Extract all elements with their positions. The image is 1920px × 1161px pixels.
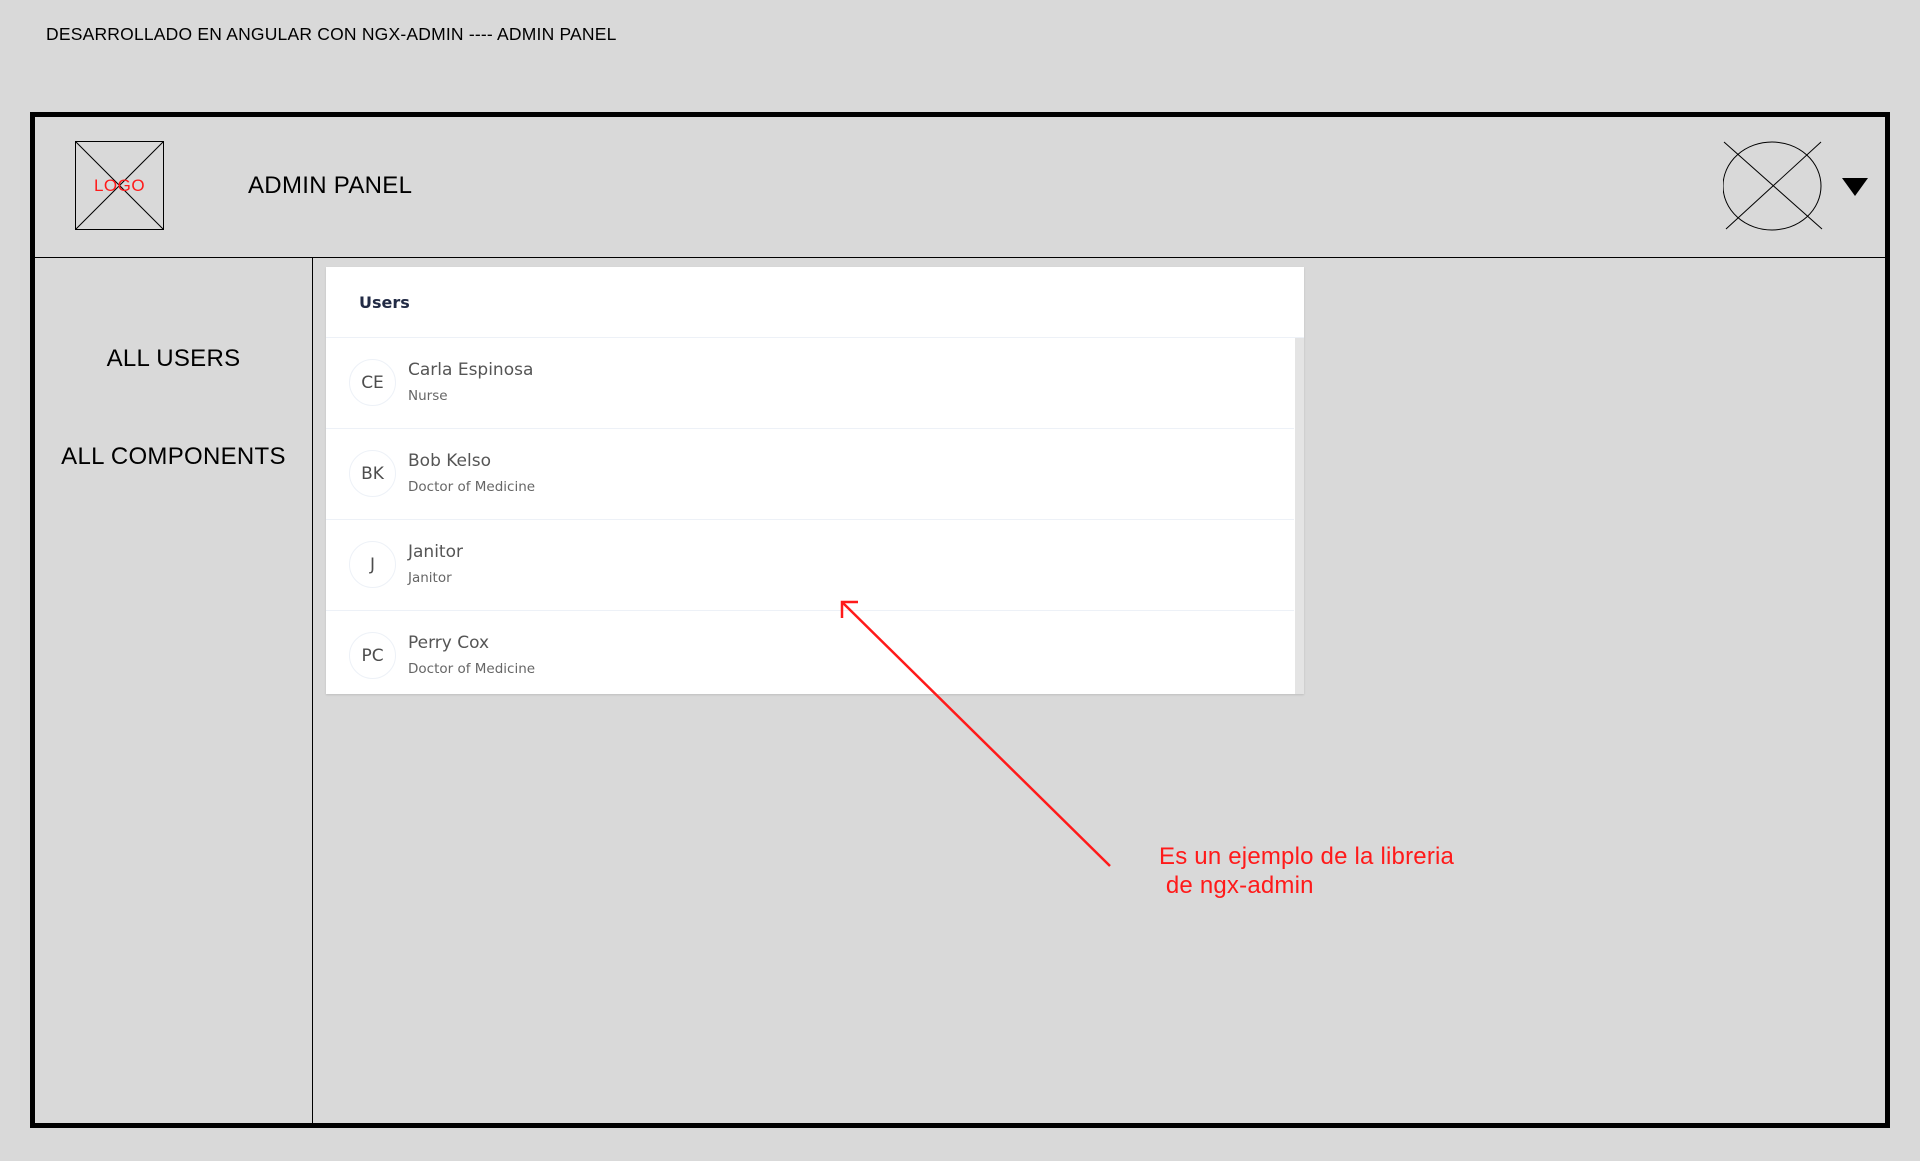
user-name: Carla Espinosa xyxy=(408,360,534,380)
logo-text: LOGO xyxy=(93,176,146,195)
app-frame: LOGO ADMIN PANEL ALL USERS ALL COMPONENT… xyxy=(30,112,1890,1128)
list-item[interactable]: BK Bob Kelso Doctor of Medicine xyxy=(326,429,1294,520)
users-card-title: Users xyxy=(326,267,1304,338)
sidebar-item-all-users[interactable]: ALL USERS xyxy=(35,345,312,373)
user-role: Doctor of Medicine xyxy=(408,661,536,677)
caret-down-icon xyxy=(1842,178,1868,196)
page-caption: DESARROLLADO EN ANGULAR CON NGX-ADMIN --… xyxy=(46,24,617,44)
users-list-scrollbar[interactable] xyxy=(1295,338,1304,694)
app-header: LOGO ADMIN PANEL xyxy=(35,117,1885,258)
annotation-line-2: de ngx-admin xyxy=(1159,872,1314,899)
users-list[interactable]: CE Carla Espinosa Nurse BK Bob Kelso Doc… xyxy=(326,338,1294,694)
annotation-note: Es un ejemplo de la libreria de ngx-admi… xyxy=(1159,842,1454,900)
user-name: Perry Cox xyxy=(408,633,490,653)
user-menu-dropdown[interactable] xyxy=(1835,167,1875,207)
user-initials-avatar: BK xyxy=(349,450,396,497)
sidebar: ALL USERS ALL COMPONENTS xyxy=(35,258,313,1123)
user-name: Janitor xyxy=(408,542,463,562)
main-content: Users CE Carla Espinosa Nurse BK Bob Kel… xyxy=(313,258,1885,1123)
user-initials-avatar: PC xyxy=(349,632,396,679)
list-item[interactable]: PC Perry Cox Doctor of Medicine xyxy=(326,611,1294,694)
annotation-line-1: Es un ejemplo de la libreria xyxy=(1159,843,1455,870)
user-role: Doctor of Medicine xyxy=(408,479,536,495)
user-role: Nurse xyxy=(408,388,448,404)
user-role: Janitor xyxy=(408,570,452,586)
app-title: ADMIN PANEL xyxy=(248,172,413,199)
users-card: Users CE Carla Espinosa Nurse BK Bob Kel… xyxy=(326,267,1304,694)
user-initials-avatar: CE xyxy=(349,359,396,406)
sidebar-item-all-components[interactable]: ALL COMPONENTS xyxy=(35,443,312,471)
placeholder-image-icon xyxy=(1723,141,1823,231)
logo[interactable]: LOGO xyxy=(75,141,164,230)
list-item[interactable]: J Janitor Janitor xyxy=(326,520,1294,611)
list-item[interactable]: CE Carla Espinosa Nurse xyxy=(326,338,1294,429)
user-name: Bob Kelso xyxy=(408,451,491,471)
user-initials-avatar: J xyxy=(349,541,396,588)
user-avatar[interactable] xyxy=(1723,141,1823,231)
